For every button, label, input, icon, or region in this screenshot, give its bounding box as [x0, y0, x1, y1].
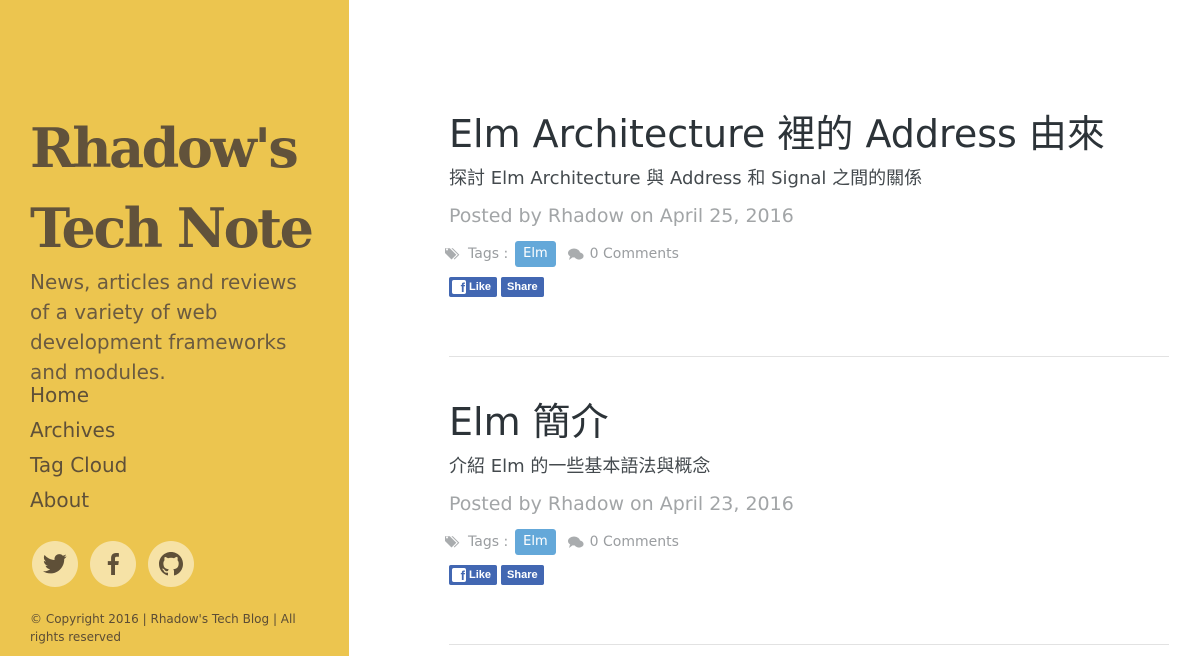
- comments-icon: [567, 536, 584, 549]
- facebook-like-button[interactable]: f Like: [449, 565, 498, 585]
- share-label: Share: [507, 569, 538, 581]
- site-description: News, articles and reviews of a variety …: [30, 270, 297, 384]
- tags-label: Tags :: [468, 534, 509, 550]
- facebook-icon: [107, 553, 119, 575]
- social-share-row: f Like Share: [449, 565, 1169, 585]
- post-meta: Posted by Rhadow on April 25, 2016: [449, 205, 794, 227]
- facebook-share-button[interactable]: Share: [501, 277, 544, 297]
- like-label: Like: [469, 569, 492, 581]
- twitter-icon: [43, 554, 67, 574]
- site-title[interactable]: Rhadow's Tech Note: [30, 108, 314, 268]
- nav-item-home[interactable]: Home: [30, 378, 127, 413]
- facebook-logo-icon: f: [452, 280, 466, 294]
- tags-icon: [445, 247, 462, 261]
- social-links: [32, 541, 194, 587]
- nav-item-about[interactable]: About: [30, 483, 127, 518]
- post-tags-row: Tags : Elm 0 Comments: [445, 241, 1169, 267]
- tag-badge-elm[interactable]: Elm: [515, 529, 556, 555]
- tags-label: Tags :: [468, 246, 509, 262]
- comments-link[interactable]: 0 Comments: [567, 534, 679, 550]
- sidebar: Rhadow's Tech Note News, articles and re…: [0, 0, 349, 656]
- facebook-link[interactable]: [90, 541, 136, 587]
- sidebar-nav: Home Archives Tag Cloud About: [30, 378, 127, 518]
- site-title-line-1[interactable]: Rhadow's: [30, 108, 311, 188]
- post-tags-row: Tags : Elm 0 Comments: [445, 529, 1169, 555]
- facebook-logo-icon: f: [452, 568, 466, 582]
- twitter-link[interactable]: [32, 541, 78, 587]
- facebook-share-button[interactable]: Share: [501, 565, 544, 585]
- nav-item-tag-cloud[interactable]: Tag Cloud: [30, 448, 127, 483]
- tags-icon: [445, 535, 462, 549]
- post-divider: [449, 644, 1169, 645]
- post-subtitle[interactable]: 介紹 Elm 的一些基本語法與概念: [449, 455, 1169, 479]
- share-label: Share: [507, 281, 538, 293]
- post-title[interactable]: Elm Architecture 裡的 Address 由來: [449, 110, 1169, 158]
- github-icon: [159, 552, 183, 576]
- copyright-text: © Copyright 2016 | Rhadow's Tech Blog | …: [30, 612, 296, 644]
- post-item: Elm 簡介 介紹 Elm 的一些基本語法與概念 Posted by Rhado…: [445, 398, 1169, 585]
- github-link[interactable]: [148, 541, 194, 587]
- comments-count[interactable]: 0 Comments: [590, 534, 679, 550]
- post-item: Elm Architecture 裡的 Address 由來 探討 Elm Ar…: [445, 110, 1169, 297]
- comments-count[interactable]: 0 Comments: [590, 246, 679, 262]
- facebook-like-button[interactable]: f Like: [449, 277, 498, 297]
- nav-item-archives[interactable]: Archives: [30, 413, 127, 448]
- main-content: Elm Architecture 裡的 Address 由來 探討 Elm Ar…: [349, 0, 1191, 656]
- comments-icon: [567, 248, 584, 261]
- site-title-line-2[interactable]: Tech Note: [30, 188, 314, 268]
- social-share-row: f Like Share: [449, 277, 1169, 297]
- like-label: Like: [469, 281, 492, 293]
- tag-badge-elm[interactable]: Elm: [515, 241, 556, 267]
- post-meta: Posted by Rhadow on April 23, 2016: [449, 493, 794, 515]
- post-title[interactable]: Elm 簡介: [449, 398, 1169, 446]
- post-divider: [449, 356, 1169, 357]
- post-subtitle[interactable]: 探討 Elm Architecture 與 Address 和 Signal 之…: [449, 167, 1169, 191]
- comments-link[interactable]: 0 Comments: [567, 246, 679, 262]
